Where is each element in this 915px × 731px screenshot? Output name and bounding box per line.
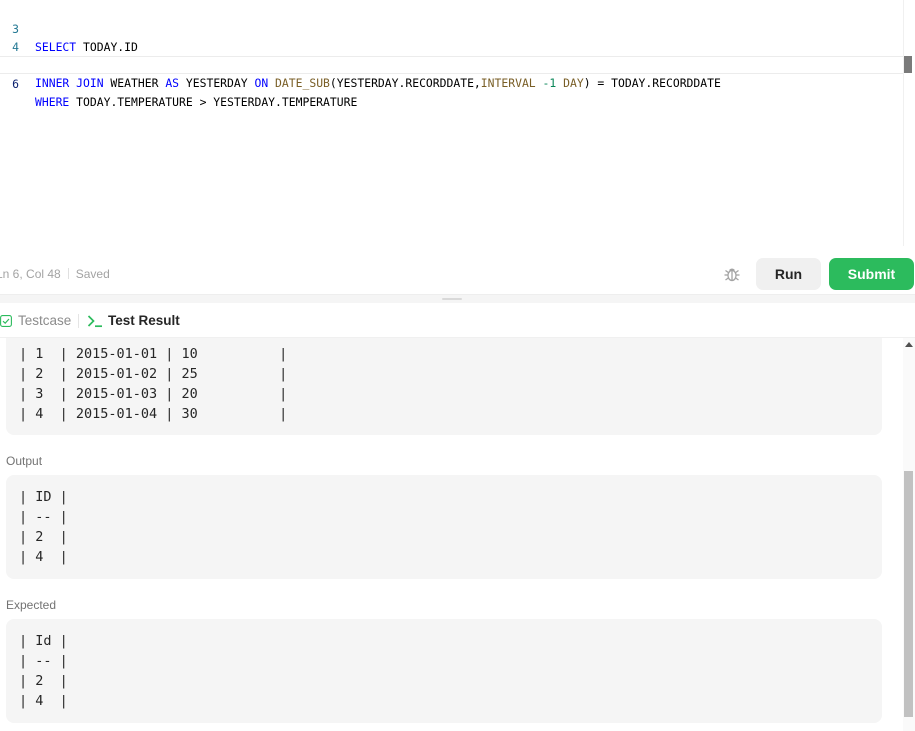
table-row: | 4 | xyxy=(19,693,68,709)
result-tabs: Testcase Test Result xyxy=(0,303,915,338)
input-table-block: | | | | | 1 | 2015-01-01 | 10 | | 2 | 20… xyxy=(6,338,882,435)
saved-status: Saved xyxy=(75,267,110,281)
table-row: | Id | xyxy=(19,633,68,649)
tab-label: Test Result xyxy=(108,313,180,328)
test-result-panel[interactable]: | | | | | 1 | 2015-01-01 | 10 | | 2 | 20… xyxy=(0,338,903,731)
table-row: | -- | xyxy=(19,653,68,669)
editor-status-bar: Ln 6, Col 48 Saved Run Submit xyxy=(0,254,915,294)
code-line[interactable]: 5 INNER JOIN WEATHER AS YESTERDAY ON DAT… xyxy=(0,38,904,90)
output-label: Output xyxy=(6,454,43,468)
scroll-up-arrow-icon[interactable] xyxy=(905,342,913,347)
panel-splitter[interactable] xyxy=(0,294,915,303)
code-editor[interactable]: 3 SELECT TODAY.ID 4 FROM WEATHER AS TODA… xyxy=(0,0,915,246)
tab-test-result[interactable]: Test Result xyxy=(87,313,180,328)
expected-block: | Id | | -- | | 2 | | 4 | xyxy=(6,619,882,723)
code-line[interactable]: 4 FROM WEATHER AS TODAY xyxy=(0,20,904,72)
drag-handle[interactable] xyxy=(442,298,462,300)
output-block: | ID | | -- | | 2 | | 4 | xyxy=(6,475,882,579)
table-row: | ID | xyxy=(19,489,68,505)
code-line[interactable]: 3 SELECT TODAY.ID xyxy=(0,2,904,54)
code-line-active[interactable]: 6 WHERE TODAY.TEMPERATURE > YESTERDAY.TE… xyxy=(0,56,904,109)
table-row: | 1 | 2015-01-01 | 10 | xyxy=(19,346,288,362)
editor-scrollbar[interactable] xyxy=(903,0,915,246)
tab-testcase[interactable]: Testcase xyxy=(0,313,71,328)
table-row: | 2 | xyxy=(19,529,68,545)
code-text: INNER JOIN WEATHER AS YESTERDAY ON DATE_… xyxy=(35,76,721,90)
table-row: | -- | xyxy=(19,509,68,525)
tab-divider xyxy=(78,314,79,328)
check-box-icon xyxy=(0,314,12,327)
code-text: WHERE TODAY.TEMPERATURE > YESTERDAY.TEMP… xyxy=(35,95,358,109)
table-row: | 4 | 2015-01-04 | 30 | xyxy=(19,406,288,422)
submit-button[interactable]: Submit xyxy=(829,258,914,290)
cursor-position: Ln 6, Col 48 xyxy=(0,267,61,281)
run-button[interactable]: Run xyxy=(756,258,821,290)
expected-label: Expected xyxy=(6,598,57,612)
table-row: | 2 | xyxy=(19,673,68,689)
results-scrollbar-thumb[interactable] xyxy=(904,471,913,717)
status-info: Ln 6, Col 48 Saved xyxy=(0,267,110,281)
tab-label: Testcase xyxy=(18,313,72,328)
terminal-icon xyxy=(87,314,102,327)
table-row: | 3 | 2015-01-03 | 20 | xyxy=(19,386,288,402)
table-row: | 4 | xyxy=(19,549,68,565)
bug-icon[interactable] xyxy=(723,265,741,283)
table-row: | 2 | 2015-01-02 | 25 | xyxy=(19,366,288,382)
line-number: 6 xyxy=(12,77,19,91)
editor-scrollbar-thumb[interactable] xyxy=(904,56,912,73)
